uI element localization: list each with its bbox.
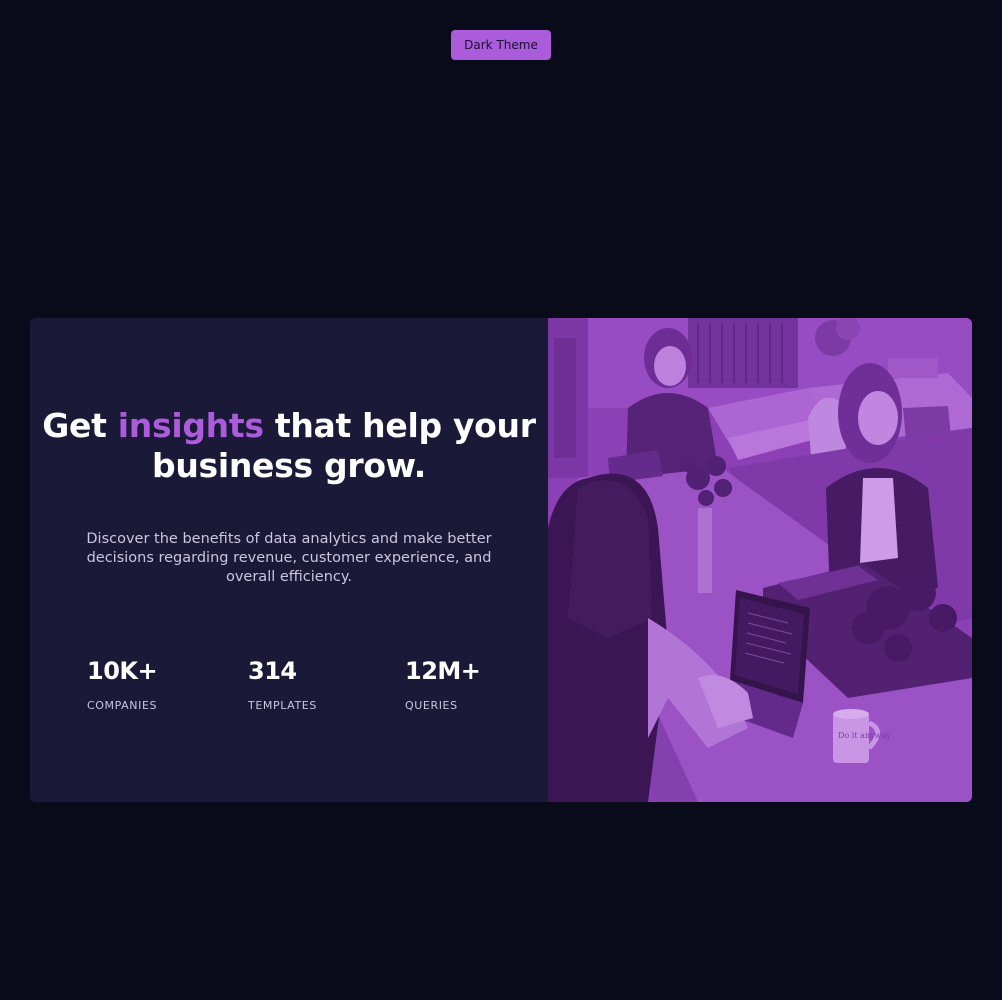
stat-companies: 10K+ COMPANIES	[87, 656, 158, 713]
stat-queries: 12M+ QUERIES	[405, 656, 481, 713]
stats-row: 10K+ COMPANIES 314 TEMPLATES 12M+ QUERIE…	[30, 656, 548, 726]
stat-label: COMPANIES	[87, 699, 158, 712]
stat-label: TEMPLATES	[248, 699, 317, 712]
stat-value: 12M+	[405, 657, 481, 685]
office-photo-illustration: Do it anyway	[548, 318, 972, 802]
hero-text-panel: Get insights that help your business gro…	[30, 318, 548, 802]
stat-label: QUERIES	[405, 699, 458, 712]
office-photo: Do it anyway	[548, 318, 972, 802]
stat-templates: 314 TEMPLATES	[248, 656, 317, 713]
headline-accent-word: insights	[117, 406, 264, 445]
headline-text-start: Get	[42, 406, 118, 445]
stat-value: 314	[248, 657, 297, 685]
theme-toggle-button[interactable]: Dark Theme	[451, 30, 551, 60]
hero-headline: Get insights that help your business gro…	[30, 406, 548, 486]
stat-value: 10K+	[87, 657, 158, 685]
hero-description: Discover the benefits of data analytics …	[86, 531, 492, 585]
hero-card: Get insights that help your business gro…	[30, 318, 972, 802]
